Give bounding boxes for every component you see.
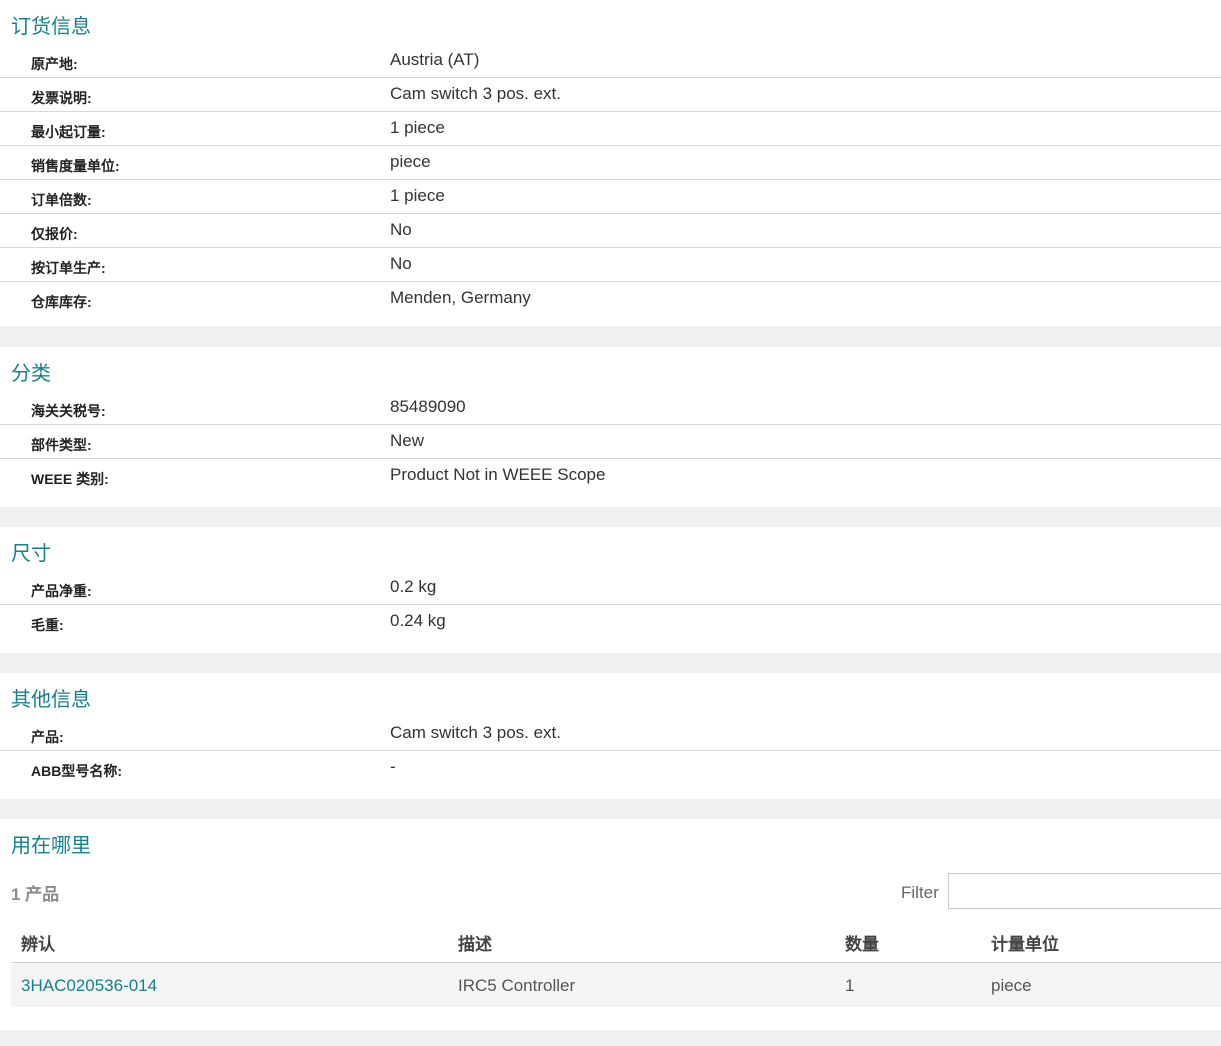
kv-row: 毛重: 0.24 kg <box>0 605 1221 639</box>
column-header-unit[interactable]: 计量单位 <box>991 930 1059 955</box>
filter-label: Filter <box>901 883 939 902</box>
section-title: 分类 <box>11 363 51 385</box>
kv-row: WEEE 类别: Product Not in WEEE Scope <box>0 459 1221 493</box>
classification-list: 海关关税号: 85489090 部件类型: New WEEE 类别: Product … <box>0 391 1221 493</box>
kv-value: 1 piece <box>390 118 445 137</box>
kv-label: 发票说明: <box>31 90 92 106</box>
kv-label: 部件类型: <box>31 437 92 453</box>
kv-row: 产品净重: 0.2 kg <box>0 571 1221 605</box>
kv-label: 仅报价: <box>31 226 78 242</box>
product-id-link[interactable]: 3HAC020536-014 <box>21 976 157 996</box>
kv-row: 最小起订量: 1 piece <box>0 112 1221 146</box>
column-header-description[interactable]: 描述 <box>458 930 492 955</box>
classification-section: 分类 海关关税号: 85489090 部件类型: New WEEE 类别: Produ… <box>0 347 1221 507</box>
other-info-section: 其他信息 产品: Cam switch 3 pos. ext. ABB型号名称: - <box>0 673 1221 799</box>
kv-row: 发票说明: Cam switch 3 pos. ext. <box>0 78 1221 112</box>
kv-value: - <box>390 757 396 776</box>
product-count: 1 产品 <box>11 885 60 904</box>
kv-label: 产品: <box>31 729 64 745</box>
filter-input[interactable] <box>948 873 1221 909</box>
kv-label: ABB型号名称: <box>31 763 122 779</box>
kv-row: 订单倍数: 1 piece <box>0 180 1221 214</box>
section-title: 用在哪里 <box>11 835 91 857</box>
kv-row: ABB型号名称: - <box>0 751 1221 785</box>
kv-label: 最小起订量: <box>31 124 106 140</box>
kv-value: 0.24 kg <box>390 611 446 630</box>
dimensions-list: 产品净重: 0.2 kg 毛重: 0.24 kg <box>0 571 1221 639</box>
kv-value: Menden, Germany <box>390 288 531 307</box>
cell-unit: piece <box>991 976 1032 995</box>
kv-row: 产品: Cam switch 3 pos. ext. <box>0 717 1221 751</box>
table-row: 3HAC020536-014 IRC5 Controller 1 piece <box>11 963 1221 1007</box>
ordering-list: 原产地: Austria (AT) 发票说明: Cam switch 3 pos. … <box>0 44 1221 316</box>
cell-quantity: 1 <box>845 976 855 995</box>
ordering-info-section: 订货信息 原产地: Austria (AT) 发票说明: Cam switch 3 … <box>0 0 1221 326</box>
kv-label: 原产地: <box>31 56 78 72</box>
kv-value: Cam switch 3 pos. ext. <box>390 84 562 103</box>
kv-value: 85489090 <box>390 397 466 416</box>
kv-label: 按订单生产: <box>31 260 106 276</box>
where-used-section: 用在哪里 1 产品 Filter 辨认 描述 数量 计量单位 3HAC02053… <box>0 819 1221 1030</box>
kv-label: 销售度量单位: <box>31 158 120 174</box>
kv-value: piece <box>390 152 431 171</box>
kv-row: 仅报价: No <box>0 214 1221 248</box>
dimensions-section: 尺寸 产品净重: 0.2 kg 毛重: 0.24 kg <box>0 527 1221 653</box>
kv-value: Austria (AT) <box>390 50 480 69</box>
kv-row: 原产地: Austria (AT) <box>0 44 1221 78</box>
cell-description: IRC5 Controller <box>458 976 576 995</box>
column-header-id[interactable]: 辨认 <box>21 930 55 955</box>
kv-label: 订单倍数: <box>31 192 92 208</box>
kv-row: 仓库库存: Menden, Germany <box>0 282 1221 316</box>
kv-value: 1 piece <box>390 186 445 205</box>
kv-value: Product Not in WEEE Scope <box>390 465 606 484</box>
section-title: 尺寸 <box>11 543 51 565</box>
column-header-quantity[interactable]: 数量 <box>845 930 879 955</box>
kv-value: No <box>390 254 412 273</box>
kv-value: No <box>390 220 412 239</box>
where-used-table: 辨认 描述 数量 计量单位 3HAC020536-014 IRC5 Contro… <box>11 919 1221 1007</box>
kv-row: 销售度量单位: piece <box>0 146 1221 180</box>
section-title: 其他信息 <box>11 689 91 711</box>
kv-row: 按订单生产: No <box>0 248 1221 282</box>
kv-value: Cam switch 3 pos. ext. <box>390 723 562 742</box>
kv-label: 毛重: <box>31 617 64 633</box>
kv-row: 部件类型: New <box>0 425 1221 459</box>
table-header: 辨认 描述 数量 计量单位 <box>11 919 1221 963</box>
kv-label: 海关关税号: <box>31 403 106 419</box>
kv-label: 仓库库存: <box>31 294 92 310</box>
kv-value: New <box>390 431 425 450</box>
kv-label: 产品净重: <box>31 583 92 599</box>
kv-row: 海关关税号: 85489090 <box>0 391 1221 425</box>
kv-label: WEEE 类别: <box>31 471 109 487</box>
section-title: 订货信息 <box>11 16 91 38</box>
kv-value: 0.2 kg <box>390 577 437 596</box>
other-list: 产品: Cam switch 3 pos. ext. ABB型号名称: - <box>0 717 1221 785</box>
